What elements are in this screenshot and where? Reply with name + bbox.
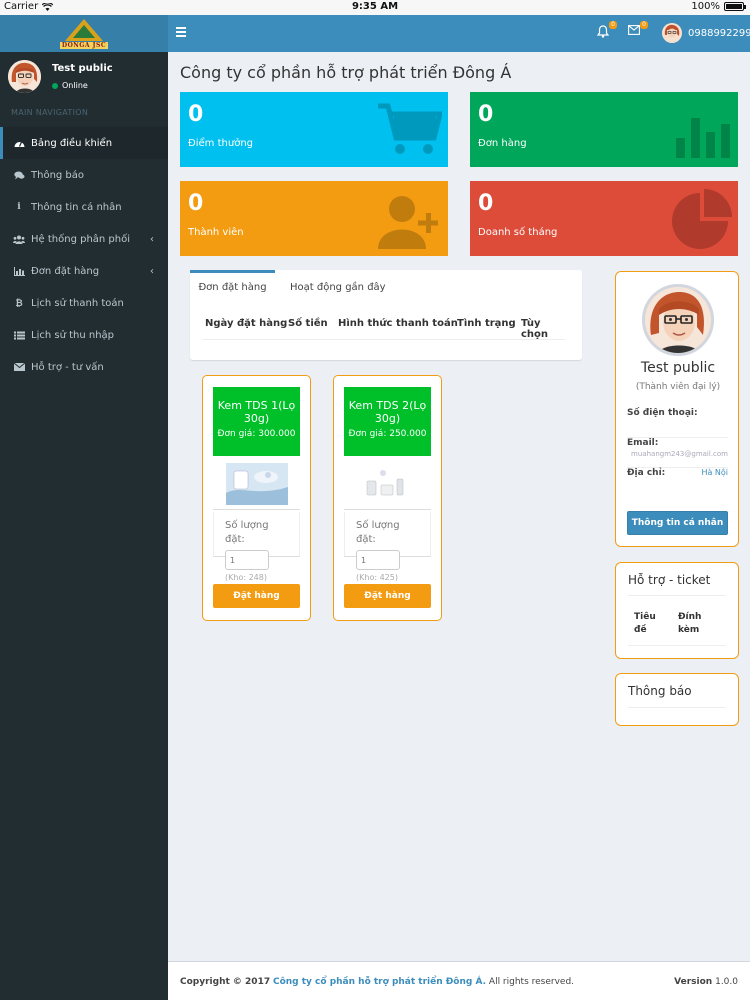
avatar <box>662 23 682 43</box>
copyright: Copyright © 2017 Công ty cổ phần hỗ trợ … <box>180 977 575 987</box>
bar-chart-icon <box>13 265 25 277</box>
info-box-points[interactable]: 0 Điểm thưởng <box>180 92 448 167</box>
sidebar-item-dashboard[interactable]: Bảng điều khiển <box>0 127 168 159</box>
col-ticket-title[interactable]: Tiêu đề <box>634 611 664 637</box>
col-status[interactable]: Tình trạng <box>457 318 516 329</box>
product-card: Kem TDS 1(Lọ 30g) Đơn giá: 300.000 Số lư… <box>202 375 311 621</box>
list-icon <box>13 329 25 341</box>
cart-icon <box>378 103 442 154</box>
tab-recent-activity[interactable]: Hoạt động gần đây <box>290 270 386 302</box>
page-title: Công ty cổ phần hỗ trợ phát triển Đông Á <box>180 63 512 82</box>
chevron-left-icon: ‹ <box>150 265 154 277</box>
avatar <box>8 60 41 93</box>
company-logo: DONGA JSC <box>59 18 109 49</box>
notification-count-badge: 0 <box>609 21 617 29</box>
company-link[interactable]: Công ty cổ phần hỗ trợ phát triển Đông Á… <box>273 977 486 987</box>
info-box-monthly-sales[interactable]: 0 Doanh số tháng <box>470 181 738 256</box>
product-price: Đơn giá: 250.000 <box>348 429 427 439</box>
nav-header: MAIN NAVIGATION <box>11 108 89 117</box>
quantity-label: Số lượng đặt: <box>356 520 400 545</box>
comments-icon <box>13 169 25 181</box>
dashboard-icon <box>13 137 25 149</box>
avatar <box>642 284 714 356</box>
users-icon <box>13 233 25 245</box>
orders-table-header: Ngày đặt hàng Số tiền Hình thức thanh to… <box>202 318 565 340</box>
user-phone: 0988992299 <box>688 27 750 39</box>
profile-box: Test public (Thành viên đại lý) Số điện … <box>615 271 739 547</box>
chevron-left-icon: ‹ <box>150 233 154 245</box>
bitcoin-icon: ₿ <box>15 298 23 309</box>
sidebar-item-support[interactable]: Hỗ trợ - tư vấn <box>0 351 168 383</box>
messages-button[interactable]: 0 <box>628 21 648 39</box>
order-button[interactable]: Đặt hàng <box>213 584 300 608</box>
notifications-button[interactable]: 0 <box>596 21 617 39</box>
quantity-input[interactable] <box>225 550 269 570</box>
notice-title: Thông báo <box>628 684 692 698</box>
sidebar-item-notifications[interactable]: Thông báo <box>0 159 168 191</box>
message-count-badge: 0 <box>640 21 648 29</box>
sidebar-item-orders[interactable]: Đơn đặt hàng ‹ <box>0 255 168 287</box>
info-box-orders[interactable]: 0 Đơn hàng <box>470 92 738 167</box>
product-header: Kem TDS 1(Lọ 30g) Đơn giá: 300.000 <box>213 387 300 456</box>
envelope-icon <box>13 361 25 373</box>
quantity-label: Số lượng đặt: <box>225 520 269 545</box>
col-payment-method[interactable]: Hình thức thanh toán <box>338 318 458 329</box>
product-price: Đơn giá: 300.000 <box>217 429 296 439</box>
support-ticket-box: Hỗ trợ - ticket Tiêu đề Đính kèm <box>615 562 739 659</box>
envelope-icon <box>628 25 640 35</box>
sidebar-item-payment-history[interactable]: ₿ Lịch sử thanh toán <box>0 287 168 319</box>
footer: Copyright © 2017 Công ty cổ phần hỗ trợ … <box>168 961 750 1000</box>
ios-status-bar: Carrier 9:35 AM 100% <box>0 0 750 15</box>
logo-link[interactable]: DONGA JSC <box>0 15 168 52</box>
col-options[interactable]: Tùy chọn <box>521 318 565 340</box>
sidebar-toggle-button[interactable] <box>176 24 192 40</box>
main-header: DONGA JSC 0 0 0988992299 <box>0 15 750 52</box>
order-button[interactable]: Đặt hàng <box>344 584 431 608</box>
profile-address-row: Địa chỉ: Hà Nội <box>627 468 728 478</box>
stock-count: (Kho: 248) <box>225 573 267 582</box>
battery-percent: 100% <box>691 1 720 12</box>
profile-role: (Thành viên đại lý) <box>635 382 721 392</box>
stock-count: (Kho: 425) <box>356 573 398 582</box>
user-menu[interactable]: 0988992299 <box>662 23 750 43</box>
pie-chart-icon <box>672 189 732 249</box>
product-name: Kem TDS 1(Lọ 30g) <box>217 399 296 425</box>
bell-icon <box>596 25 610 38</box>
profile-name: Test public <box>640 360 716 376</box>
sidebar: Test public Online MAIN NAVIGATION Bảng … <box>0 52 168 1000</box>
profile-email-row: Email: muahangm243@gmail.com <box>627 438 728 468</box>
online-status: Online <box>52 81 88 90</box>
col-order-date[interactable]: Ngày đặt hàng <box>205 318 287 329</box>
battery-icon <box>724 2 746 11</box>
notice-box: Thông báo <box>615 673 739 726</box>
quantity-input[interactable] <box>356 550 400 570</box>
version-label: Version 1.0.0 <box>674 977 738 987</box>
bar-chart-icon <box>676 118 730 158</box>
product-image <box>213 458 300 510</box>
online-dot-icon <box>52 82 58 89</box>
product-header: Kem TDS 2(Lọ 30g) Đơn giá: 250.000 <box>344 387 431 456</box>
info-icon: i <box>17 202 21 212</box>
sidebar-item-profile[interactable]: i Thông tin cá nhân <box>0 191 168 223</box>
col-ticket-attachment[interactable]: Đính kèm <box>678 611 714 637</box>
status-time: 9:35 AM <box>351 1 399 12</box>
orders-activity-tabs: Đơn đặt hàng Hoạt động gần đây Ngày đặt … <box>190 270 582 360</box>
support-title: Hỗ trợ - ticket <box>628 573 711 587</box>
product-name: Kem TDS 2(Lọ 30g) <box>348 399 427 425</box>
info-box-members[interactable]: 0 Thành viên <box>180 181 448 256</box>
product-image <box>344 458 431 510</box>
sidebar-item-distribution[interactable]: Hệ thống phân phối ‹ <box>0 223 168 255</box>
profile-info-button[interactable]: Thông tin cá nhân <box>627 511 728 535</box>
product-card: Kem TDS 2(Lọ 30g) Đơn giá: 250.000 Số lư… <box>333 375 442 621</box>
sidebar-item-income-history[interactable]: Lịch sử thu nhập <box>0 319 168 351</box>
sidebar-menu: Bảng điều khiển Thông báo i Thông tin cá… <box>0 127 168 383</box>
col-amount[interactable]: Số tiền <box>288 318 328 329</box>
sidebar-user-name: Test public <box>52 63 113 74</box>
user-plus-icon <box>378 196 438 249</box>
tab-orders[interactable]: Đơn đặt hàng <box>190 270 275 302</box>
sidebar-user-panel: Test public Online <box>0 52 168 100</box>
profile-phone-row: Số điện thoại: <box>627 408 728 438</box>
